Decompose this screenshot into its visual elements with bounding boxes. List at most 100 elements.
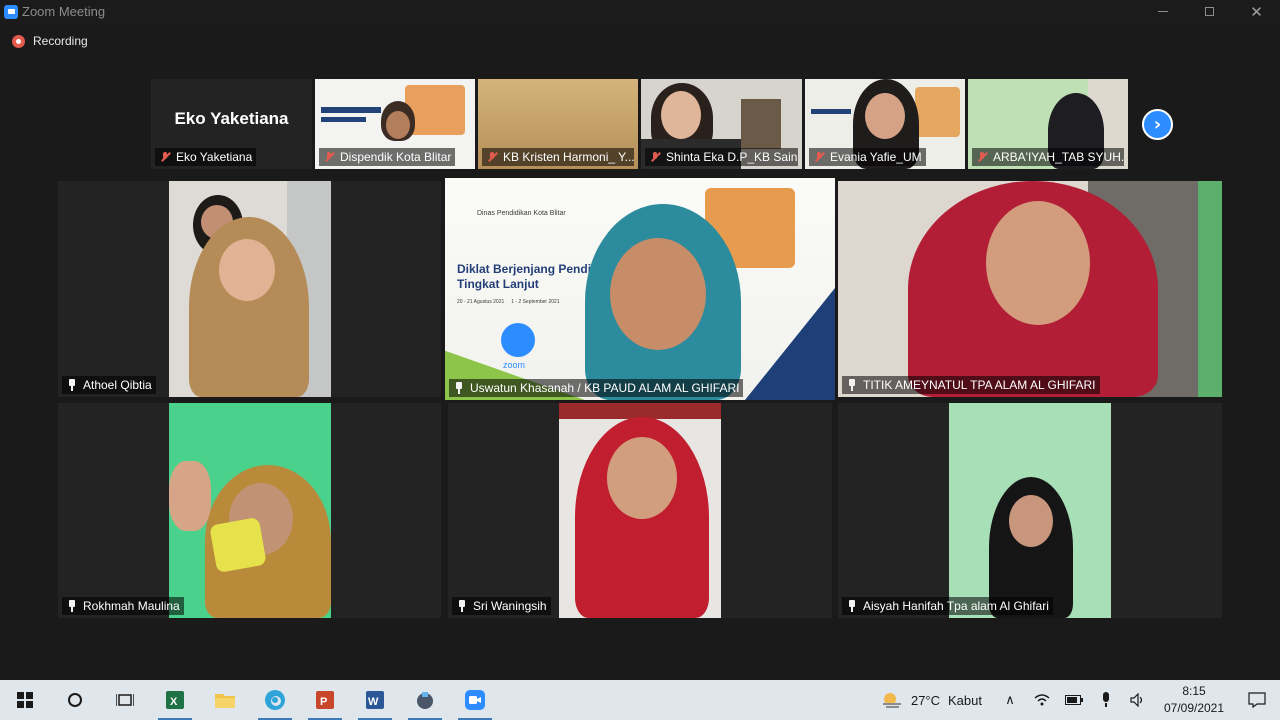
show-hidden-icons-button[interactable]: ∧ <box>994 680 1026 720</box>
strip-tile-5[interactable]: Evania Yafie_UM <box>805 79 965 169</box>
window-title: Zoom Meeting <box>22 4 106 19</box>
cortana-circle-icon <box>68 693 82 707</box>
network-button[interactable] <box>1026 680 1058 720</box>
participant-video <box>169 181 331 397</box>
participant-name: Eko Yaketiana <box>176 150 253 164</box>
participant-name-large: Eko Yaketiana <box>174 109 289 128</box>
svg-text:X: X <box>170 696 178 708</box>
strip-tile-2[interactable]: Dispendik Kota Blitar <box>315 79 475 169</box>
taskbar-zoom[interactable] <box>450 680 500 720</box>
gallery-tile-2[interactable]: Dinas Pendidikan Kota Blitar Diklat Berj… <box>445 178 835 400</box>
microphone-icon <box>1103 692 1109 707</box>
participant-name: ARBA'IYAH_TAB SYUH... <box>993 150 1124 164</box>
gallery-tile-3[interactable]: TITIK AMEYNATUL TPA ALAM AL GHIFARI <box>838 181 1222 397</box>
title-bar: Zoom Meeting ✕ <box>0 0 1280 23</box>
pin-icon <box>846 600 858 612</box>
zoom-app-icon <box>465 690 485 710</box>
slide-title-line1: Diklat Berjenjang Pendidik <box>457 262 609 276</box>
task-view-icon <box>116 694 134 706</box>
taskbar-excel[interactable]: X <box>150 680 200 720</box>
participant-name: Evania Yafie_UM <box>830 150 922 164</box>
participant-name-tag: Uswatun Khasanah / KB PAUD ALAM AL GHIFA… <box>449 379 744 397</box>
participant-name: Aisyah Hanifah Tpa alam Al Ghifari <box>863 599 1049 613</box>
clock[interactable]: 8:15 07/09/2021 <box>1154 683 1234 717</box>
recording-indicator[interactable]: Recording <box>12 34 88 48</box>
pin-icon <box>846 379 858 391</box>
mic-muted-icon <box>813 151 825 163</box>
taskbar-edge[interactable] <box>250 680 300 720</box>
strip-tile-4[interactable]: Shinta Eka D.P_KB Sain... <box>641 79 802 169</box>
participant-name: Dispendik Kota Blitar <box>340 150 452 164</box>
strip-tile-3[interactable]: KB Kristen Harmoni_ Y... <box>478 79 638 169</box>
battery-button[interactable] <box>1058 680 1090 720</box>
app-icon <box>417 692 433 709</box>
chevron-right-icon: › <box>1153 114 1162 135</box>
participant-name: Uswatun Khasanah / KB PAUD ALAM AL GHIFA… <box>470 381 740 395</box>
maximize-button[interactable] <box>1186 0 1233 23</box>
folder-icon <box>215 694 235 708</box>
participant-video <box>838 181 1222 397</box>
slide-title-line2: Tingkat Lanjut <box>457 277 539 291</box>
mic-muted-icon <box>323 151 335 163</box>
participant-name: Shinta Eka D.P_KB Sain... <box>666 150 798 164</box>
start-button[interactable] <box>0 680 50 720</box>
next-page-button[interactable]: › <box>1142 109 1173 140</box>
weather-text: Kabut <box>948 692 982 708</box>
participant-video <box>169 403 331 618</box>
clock-date: 07/09/2021 <box>1163 701 1225 715</box>
gallery-tile-4[interactable]: Rokhmah Maulina <box>58 403 441 618</box>
speaker-icon <box>1130 693 1143 707</box>
participant-name: Sri Waningsih <box>473 599 547 613</box>
pin-icon <box>453 382 465 394</box>
gallery-tile-1[interactable]: Athoel Qibtia <box>58 181 441 397</box>
edge-browser-icon <box>265 690 285 710</box>
weather-fog-icon <box>882 693 901 708</box>
mic-muted-icon <box>649 151 661 163</box>
weather-widget[interactable]: 27°C Kabut <box>881 691 982 709</box>
minimize-icon <box>1157 11 1168 12</box>
participant-video: Dinas Pendidikan Kota Blitar Diklat Berj… <box>445 178 835 400</box>
participant-name-tag: Sri Waningsih <box>452 597 551 615</box>
taskbar-app[interactable] <box>400 680 450 720</box>
volume-button[interactable] <box>1122 680 1154 720</box>
window-controls: ✕ <box>1139 0 1280 23</box>
participant-name-tag: TITIK AMEYNATUL TPA ALAM AL GHIFARI <box>842 376 1100 394</box>
pin-icon <box>66 600 78 612</box>
maximize-icon <box>1205 7 1214 16</box>
search-button[interactable] <box>50 680 100 720</box>
svg-text:P: P <box>320 696 327 708</box>
svg-text:W: W <box>368 696 379 708</box>
taskbar-powerpoint[interactable]: P <box>300 680 350 720</box>
minimize-button[interactable] <box>1139 0 1186 23</box>
taskbar-file-explorer[interactable] <box>200 680 250 720</box>
participant-name-tag: Athoel Qibtia <box>62 376 156 394</box>
taskbar-word[interactable]: W <box>350 680 400 720</box>
participant-name: Rokhmah Maulina <box>83 599 180 613</box>
windows-taskbar: X P W 27°C Kabut ∧ 8:15 07/09/2021 <box>0 680 1280 720</box>
participant-name-tag: Evania Yafie_UM <box>809 148 926 166</box>
close-button[interactable]: ✕ <box>1233 0 1280 23</box>
task-view-button[interactable] <box>100 680 150 720</box>
gallery-tile-5[interactable]: Sri Waningsih <box>448 403 832 618</box>
strip-tile-1[interactable]: Eko Yaketiana Eko Yaketiana <box>151 79 312 169</box>
participant-name-tag: Aisyah Hanifah Tpa alam Al Ghifari <box>842 597 1053 615</box>
chevron-up-icon: ∧ <box>1005 692 1015 708</box>
gallery-tile-6[interactable]: Aisyah Hanifah Tpa alam Al Ghifari <box>838 403 1222 618</box>
pin-icon <box>456 600 468 612</box>
participant-name-tag: Dispendik Kota Blitar <box>319 148 456 166</box>
participant-name-tag: Eko Yaketiana <box>155 148 257 166</box>
slide-zoom-label: zoom <box>503 360 526 370</box>
strip-tile-6[interactable]: ARBA'IYAH_TAB SYUH... <box>968 79 1128 169</box>
slide-header: Dinas Pendidikan Kota Blitar <box>477 210 566 217</box>
weather-temp: 27°C <box>910 692 941 708</box>
slide-dates: 20 - 21 Agustus 2021 1 - 2 September 202… <box>457 299 560 305</box>
excel-icon: X <box>166 691 184 709</box>
microphone-button[interactable] <box>1090 680 1122 720</box>
participant-name-tag: Shinta Eka D.P_KB Sain... <box>645 148 798 166</box>
zoom-logo-icon <box>4 4 18 19</box>
action-center-button[interactable] <box>1234 680 1280 720</box>
mic-muted-icon <box>486 151 498 163</box>
mic-muted-icon <box>976 151 988 163</box>
powerpoint-icon: P <box>316 691 334 709</box>
pin-icon <box>66 379 78 391</box>
